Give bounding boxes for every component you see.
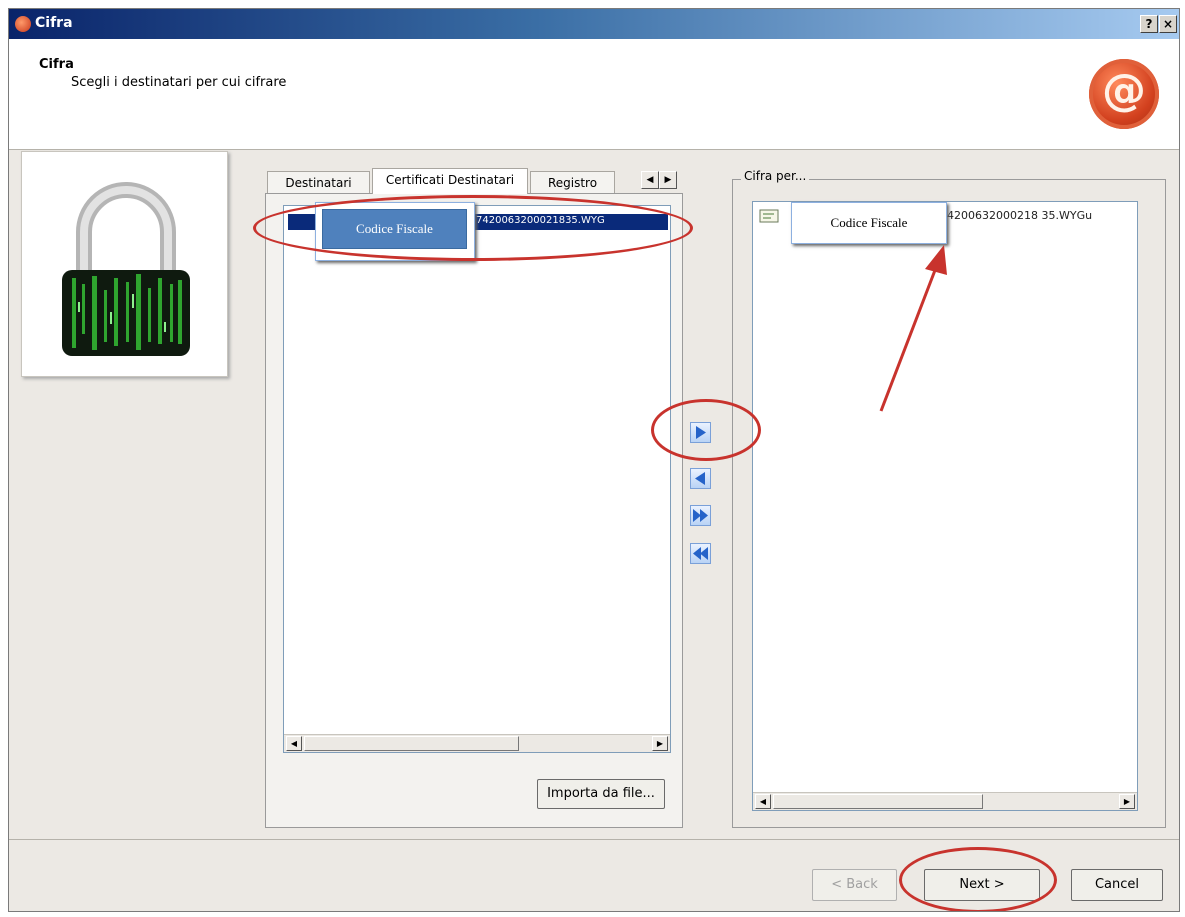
tab-certificati-destinatari[interactable]: Certificati Destinatari	[372, 168, 528, 194]
annotation-arrow	[879, 245, 947, 412]
cifra-window: Cifra ? × Cifra Scegli i destinatari per…	[8, 8, 1180, 912]
